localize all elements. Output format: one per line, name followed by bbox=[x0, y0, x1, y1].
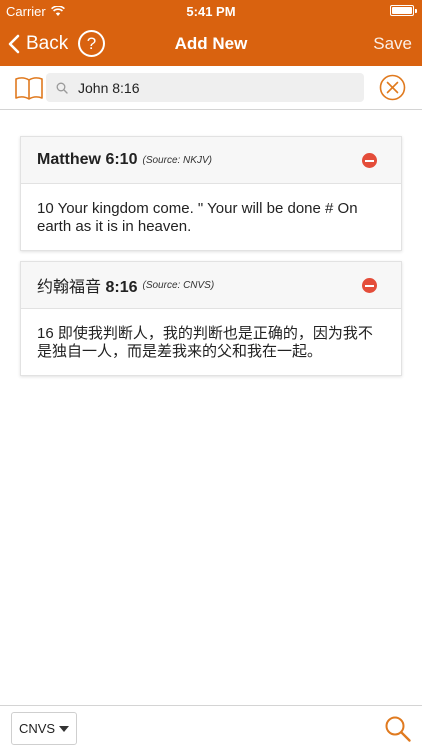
version-label: CNVS bbox=[18, 721, 56, 736]
verse-list: Matthew 6:10 (Source: NKJV) 10 Your king… bbox=[0, 110, 422, 705]
search-icon bbox=[56, 82, 68, 94]
close-circle-icon bbox=[379, 74, 406, 101]
verse-reference: 约翰福音 8:16 bbox=[37, 273, 138, 297]
verse-text: 16 即使我判断人，我的判断也是正确的，因为我不是独自一人，而是差我来的父和我在… bbox=[37, 325, 373, 360]
verse-chapter-verse: 8:16 bbox=[105, 279, 138, 296]
magnifier-icon bbox=[385, 716, 411, 742]
verse-card: 约翰福音 8:16 (Source: CNVS) 16 即使我判断人，我的判断也… bbox=[20, 261, 402, 376]
verse-book: 约翰福音 bbox=[37, 279, 102, 296]
status-bar: Carrier 5:41 PM bbox=[0, 0, 422, 22]
search-field[interactable] bbox=[46, 73, 364, 102]
verse-card-header: 约翰福音 8:16 (Source: CNVS) bbox=[21, 262, 401, 309]
verse-card-header: Matthew 6:10 (Source: NKJV) bbox=[21, 137, 401, 184]
verse-reference: Matthew 6:10 bbox=[37, 151, 137, 169]
book-icon bbox=[15, 77, 43, 100]
caret-down-icon bbox=[59, 725, 70, 732]
search-input[interactable] bbox=[78, 79, 358, 96]
book-button[interactable] bbox=[14, 76, 44, 101]
search-button[interactable] bbox=[384, 715, 412, 743]
verse-source: (Source: NKJV) bbox=[142, 154, 212, 166]
save-button[interactable]: Save bbox=[373, 34, 412, 54]
verse-chapter-verse: 6:10 bbox=[105, 151, 138, 168]
status-time: 5:41 PM bbox=[186, 4, 236, 19]
verse-source: (Source: CNVS) bbox=[142, 279, 215, 291]
verse-book: Matthew bbox=[37, 151, 101, 168]
remove-verse-button[interactable] bbox=[362, 278, 377, 293]
verse-card: Matthew 6:10 (Source: NKJV) 10 Your king… bbox=[20, 136, 402, 251]
remove-verse-button[interactable] bbox=[362, 153, 377, 168]
verse-text: 10 Your kingdom come. " Your will be don… bbox=[37, 200, 358, 235]
battery-icon bbox=[390, 5, 417, 16]
bottom-toolbar: CNVS bbox=[0, 705, 422, 750]
search-row bbox=[0, 66, 422, 110]
version-select[interactable]: CNVS bbox=[11, 712, 77, 745]
clear-search-button[interactable] bbox=[379, 74, 406, 101]
nav-bar: Back ? Add New Save bbox=[0, 22, 422, 66]
page-title: Add New bbox=[174, 34, 248, 53]
